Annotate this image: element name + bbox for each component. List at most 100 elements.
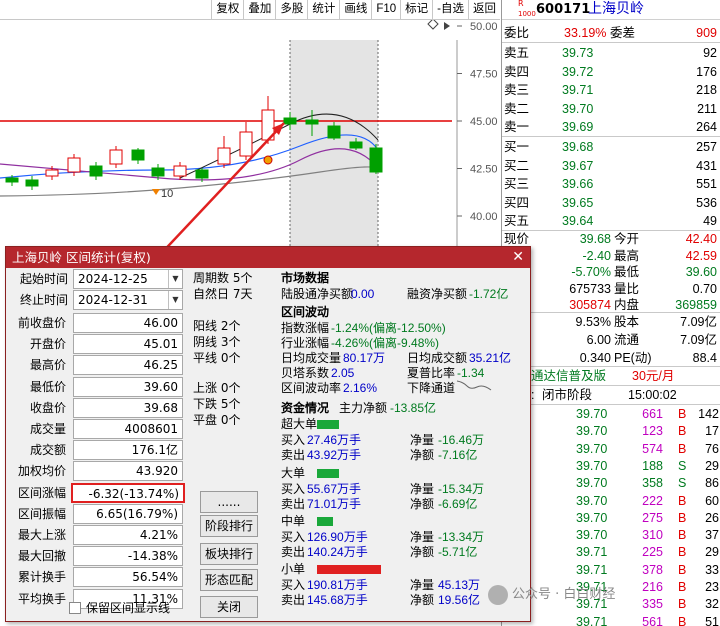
marker-label: 10 xyxy=(161,188,173,200)
tick-price: 39.70 xyxy=(576,493,608,508)
tick-price: 39.70 xyxy=(576,510,608,525)
stat-row-value: 4.21% xyxy=(73,525,183,545)
bid-price: 39.68 xyxy=(562,140,594,154)
toolbar-item-5[interactable]: F10 xyxy=(371,0,400,20)
stat-value: -2.40 xyxy=(582,248,612,263)
period-count: 周期数 5个 xyxy=(193,271,253,285)
tick-volume: 358 xyxy=(642,476,663,491)
chevron-down-icon[interactable]: ▼ xyxy=(168,270,182,288)
more-label: PE(动) xyxy=(614,351,652,365)
tick-volume: 222 xyxy=(642,493,663,508)
stat-row-value: -14.38% xyxy=(73,546,183,567)
tick-count: 32 xyxy=(705,597,719,612)
toolbar-item-4[interactable]: 画线 xyxy=(339,0,371,20)
candle-body xyxy=(151,167,165,177)
y-tick-label: 40.00 xyxy=(470,211,498,223)
idx-label: 指数涨幅 xyxy=(281,321,330,335)
bid-volume: 49 xyxy=(703,214,717,228)
toolbar-item-7[interactable]: -自选 xyxy=(432,0,468,20)
weicha-label: 委差 xyxy=(610,26,636,40)
more-label: 流通 xyxy=(614,333,640,347)
ask-volume: 211 xyxy=(697,101,717,116)
y-tick-label: 42.50 xyxy=(470,164,498,176)
keep-line-checkbox[interactable] xyxy=(69,602,81,614)
tick-price: 39.70 xyxy=(576,407,608,421)
tick-flag: B xyxy=(678,614,687,626)
tick-flag: S xyxy=(678,476,687,491)
rz-value: -1.72亿 xyxy=(469,287,509,301)
toolbar-item-8[interactable]: 返回 xyxy=(468,0,500,20)
tick-volume: 661 xyxy=(642,407,663,421)
toolbar-item-0[interactable]: 复权 xyxy=(211,0,243,20)
fund-group-name: 中单 xyxy=(281,514,306,528)
more-row: 6.00 流通 7.09亿 xyxy=(502,331,720,349)
range-stats-dialog: 上海贝岭 区间统计(复权) ✕ 起始时间 2024-12-25 ▼ 终止时间 20… xyxy=(5,246,531,622)
more-row: (三)0.340PE(动)88.4 xyxy=(502,349,720,367)
stat-row-value: 46.25 xyxy=(73,355,183,376)
tick-flag: B xyxy=(678,510,687,525)
tick-flag: S xyxy=(678,458,687,473)
net-vol-label: 净量 xyxy=(410,482,435,496)
chevron-down-icon[interactable]: ▼ xyxy=(168,291,182,309)
natural-days: 自然日 7天 xyxy=(193,287,253,301)
quote-header: R 1000 600171 上海贝岭 xyxy=(502,0,720,20)
stat-value: 675733 xyxy=(569,281,611,296)
fluct-title: 区间波动 xyxy=(281,305,330,319)
tick-count: 37 xyxy=(705,528,719,543)
sell-value: 140.24万手 xyxy=(307,545,368,559)
toolbar-item-1[interactable]: 叠加 xyxy=(243,0,275,20)
toolbar-item-2[interactable]: 多股 xyxy=(275,0,307,20)
main-net-label: 主力净额 xyxy=(339,401,388,415)
promo-row[interactable]: 续费通达信普及版 30元/月 xyxy=(502,367,720,385)
ask-label: 卖五 xyxy=(504,46,530,60)
stat-row-label: 成交额 xyxy=(29,443,66,458)
tick-flag: B xyxy=(678,441,687,456)
tick-price: 39.70 xyxy=(576,458,608,473)
y-tick-label: 45.00 xyxy=(470,116,498,128)
tick-count: 26 xyxy=(705,510,719,525)
tick-count: 86 xyxy=(705,476,719,491)
end-time-select[interactable]: 2024-12-31 ▼ xyxy=(73,290,183,310)
event-dot-icon xyxy=(263,155,273,165)
idx-value: -1.24%(偏离-12.50%) xyxy=(331,321,446,335)
sector-rank-button[interactable]: 板块排行 xyxy=(200,543,258,565)
toolbar-item-3[interactable]: 统计 xyxy=(307,0,339,20)
start-time-select[interactable]: 2024-12-25 ▼ xyxy=(73,269,183,289)
promo-price: 30元/月 xyxy=(632,369,675,383)
tick-row: 39.70 358 S 86 xyxy=(502,474,720,492)
down-count: 下跌 5个 xyxy=(193,397,241,411)
play-icon[interactable] xyxy=(444,22,450,30)
tick-price: 39.70 xyxy=(576,476,608,491)
tick-count: 51 xyxy=(705,614,719,626)
close-button[interactable]: 关闭 xyxy=(200,596,258,618)
end-time-label: 终止时间 xyxy=(20,293,69,307)
bid-row: 买二 39.67 431 xyxy=(502,157,720,175)
candle-body xyxy=(25,179,39,187)
tick-price: 39.70 xyxy=(576,528,608,543)
stock-badge-top: R xyxy=(518,0,524,8)
buy-value: 27.46万手 xyxy=(307,433,362,447)
stat-row-label: 最大回撤 xyxy=(17,549,66,564)
stock-name[interactable]: 上海贝岭 xyxy=(588,1,644,18)
tick-price: 39.71 xyxy=(576,562,608,577)
ask-row: 卖四 39.72 176 xyxy=(502,63,720,81)
status-time: 15:00:02 xyxy=(628,388,677,402)
more-button[interactable]: ...... xyxy=(200,491,258,513)
stat-row-label: 最高价 xyxy=(29,358,66,373)
more-value-2: 88.4 xyxy=(692,351,717,365)
divider xyxy=(502,136,720,137)
stat-row: 总量675733量比0.70 xyxy=(502,280,720,298)
pattern-match-button[interactable]: 形态匹配 xyxy=(200,569,258,591)
close-icon[interactable]: ✕ xyxy=(512,247,524,268)
candle-body xyxy=(131,149,145,161)
net-amt-label: 净额 xyxy=(410,497,435,511)
stage-rank-button[interactable]: 阶段排行 xyxy=(200,515,258,537)
toolbar-item-6[interactable]: 标记 xyxy=(400,0,432,20)
diamond-icon[interactable] xyxy=(427,18,439,30)
yang-count: 阳线 2个 xyxy=(193,319,241,333)
more-value-2: 7.09亿 xyxy=(680,333,717,347)
divider xyxy=(502,42,720,43)
stat-row-value: 4008601 xyxy=(73,419,183,439)
lgt-value: 0.00 xyxy=(351,287,375,301)
candle-body xyxy=(349,141,363,149)
